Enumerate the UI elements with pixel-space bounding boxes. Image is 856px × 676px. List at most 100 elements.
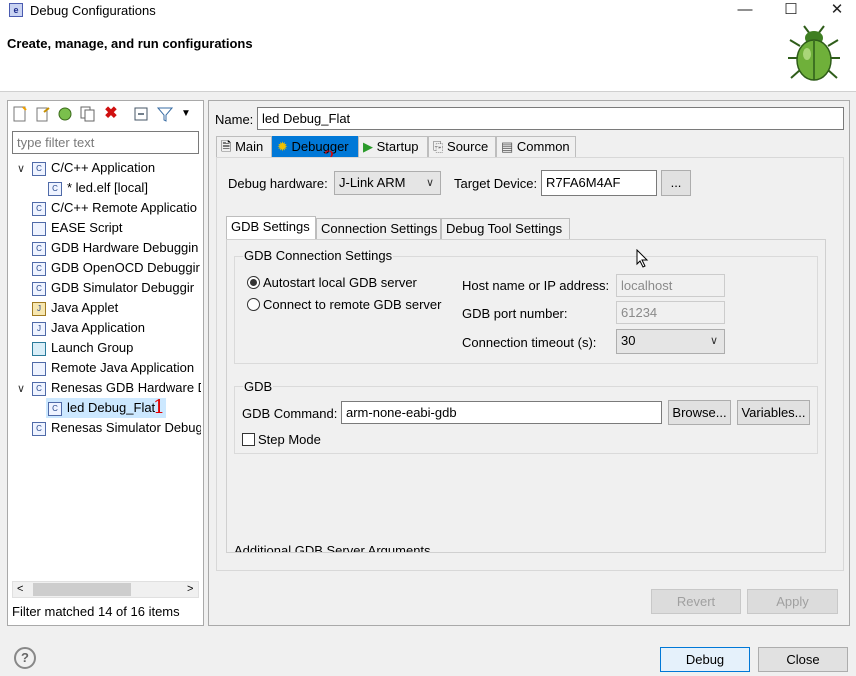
launch-group-icon — [32, 341, 46, 356]
tree-item-cpp-application[interactable]: C C/C++ Application — [32, 158, 201, 178]
tree-item-java-applet[interactable]: J Java Applet — [32, 298, 201, 318]
remote-java-icon — [32, 361, 46, 376]
subtab-gdb-settings[interactable]: GDB Settings — [226, 216, 316, 240]
debugger-tab-icon: ✹ — [277, 139, 288, 154]
name-label: Name: — [215, 112, 254, 127]
host-label: Host name or IP address: — [462, 278, 610, 293]
tree-item-renesas-simulator[interactable]: C Renesas Simulator Debug — [32, 418, 201, 438]
variables-button[interactable]: Variables... — [737, 400, 810, 425]
host-input[interactable]: localhost — [616, 274, 725, 297]
java-applet-icon: J — [32, 301, 46, 316]
header-title: Create, manage, and run configurations — [7, 36, 253, 51]
step-mode-label: Step Mode — [258, 432, 321, 447]
filter-icon[interactable] — [156, 106, 174, 122]
collapse-all-icon[interactable] — [133, 106, 149, 122]
duplicate-icon[interactable] — [57, 106, 73, 122]
chevron-down-icon: ∨ — [425, 177, 434, 189]
tree-item-ease-script[interactable]: EASE Script — [32, 218, 201, 238]
cpp-app-icon: C — [32, 161, 46, 176]
export-icon[interactable] — [35, 106, 51, 122]
source-tab-icon: ⎘ — [433, 139, 444, 154]
gdb-openocd-icon: C — [32, 261, 46, 276]
connect-remote-label: Connect to remote GDB server — [263, 297, 442, 312]
tree-item-renesas-gdb-hardware[interactable]: C Renesas GDB Hardware D — [32, 378, 201, 398]
config-tree: ∨ C C/C++ Application C * led.elf [local] … — [12, 158, 201, 578]
renesas-gdb-icon: C — [32, 381, 46, 396]
tree-item-gdb-hardware[interactable]: C GDB Hardware Debuggin — [32, 238, 201, 258]
tree-item-led-elf[interactable]: C * led.elf [local] — [48, 178, 201, 198]
step-mode-checkbox[interactable] — [242, 433, 255, 446]
chevron-down-icon[interactable]: ∨ — [17, 162, 25, 175]
subtab-debug-tool-settings[interactable]: Debug Tool Settings — [441, 218, 570, 240]
debug-hardware-select[interactable]: J-Link ARM ∨ — [334, 171, 441, 195]
java-application-icon: J — [32, 321, 46, 336]
chevron-down-icon: ∨ — [709, 335, 718, 347]
view-menu-dropdown-icon[interactable]: ▼ — [178, 106, 194, 122]
scroll-right-icon[interactable]: > — [187, 582, 193, 597]
cpp-remote-icon: C — [32, 201, 46, 216]
port-label: GDB port number: — [462, 306, 568, 321]
tab-startup[interactable]: ▶ Startup — [358, 136, 428, 158]
autostart-radio[interactable] — [247, 276, 260, 289]
browse-button[interactable]: Browse... — [668, 400, 731, 425]
annotation-1: 1 — [153, 396, 166, 418]
mouse-cursor-icon — [636, 249, 649, 268]
tab-debugger[interactable]: ✹ Debugger — [272, 136, 358, 158]
additional-args-clip: Additional GDB Server Arguments — [228, 536, 824, 552]
delete-icon[interactable]: ✖ — [103, 106, 119, 122]
copy-icon[interactable] — [80, 106, 96, 122]
scrollbar-thumb[interactable] — [33, 583, 131, 596]
horizontal-scrollbar[interactable]: < > — [12, 581, 199, 598]
filter-input[interactable]: type filter text — [12, 131, 199, 154]
debug-button[interactable]: Debug — [660, 647, 750, 672]
target-device-input[interactable]: R7FA6M4AF — [541, 170, 657, 196]
renesas-gdb-icon: C — [48, 401, 62, 416]
eclipse-app-icon: e — [9, 3, 23, 17]
cpp-app-icon: C — [48, 181, 62, 196]
timeout-label: Connection timeout (s): — [462, 335, 597, 350]
gdb-hardware-icon: C — [32, 241, 46, 256]
tree-item-gdb-openocd[interactable]: C GDB OpenOCD Debuggir — [32, 258, 201, 278]
tree-item-java-application[interactable]: J Java Application — [32, 318, 201, 338]
main-tab-icon: 🗎 — [221, 139, 232, 154]
name-input[interactable]: led Debug_Flat — [257, 107, 844, 130]
debug-hardware-label: Debug hardware: — [228, 176, 328, 191]
minimize-button[interactable]: — — [722, 0, 768, 22]
debug-bug-icon — [788, 25, 840, 81]
ease-script-icon — [32, 221, 46, 236]
tree-item-remote-java[interactable]: Remote Java Application — [32, 358, 201, 378]
close-button[interactable]: Close — [758, 647, 848, 672]
gdb-command-input[interactable]: arm-none-eabi-gdb — [341, 401, 662, 424]
tree-item-cpp-remote[interactable]: C C/C++ Remote Applicatio — [32, 198, 201, 218]
chevron-down-icon[interactable]: ∨ — [17, 382, 25, 395]
gdb-group-title: GDB — [243, 379, 274, 394]
scroll-left-icon[interactable]: < — [17, 582, 23, 597]
help-icon[interactable]: ? — [14, 647, 36, 669]
subtab-connection-settings[interactable]: Connection Settings — [316, 218, 441, 240]
gdb-simulator-icon: C — [32, 281, 46, 296]
filter-status-text: Filter matched 14 of 16 items — [12, 604, 180, 619]
renesas-simulator-icon: C — [32, 421, 46, 436]
new-config-icon[interactable] — [12, 106, 28, 122]
apply-button[interactable]: Apply — [747, 589, 838, 614]
window-title: Debug Configurations — [30, 3, 156, 18]
port-input[interactable]: 61234 — [616, 301, 725, 324]
gdb-connection-title: GDB Connection Settings — [243, 248, 394, 263]
revert-button[interactable]: Revert — [651, 589, 741, 614]
tab-main[interactable]: 🗎 Main — [216, 136, 272, 158]
autostart-label: Autostart local GDB server — [263, 275, 417, 290]
maximize-button[interactable]: ☐ — [768, 0, 814, 22]
play-icon: ▶ — [363, 139, 373, 154]
tree-item-launch-group[interactable]: Launch Group — [32, 338, 201, 358]
tree-item-gdb-simulator[interactable]: C GDB Simulator Debuggir — [32, 278, 201, 298]
additional-args-label: Additional GDB Server Arguments — [234, 543, 431, 552]
close-window-button[interactable]: ✕ — [814, 0, 856, 22]
tree-item-led-debug-flat[interactable]: Cled Debug_Flat — [46, 398, 166, 418]
gdb-command-label: GDB Command: — [242, 406, 338, 421]
connect-remote-radio[interactable] — [247, 298, 260, 311]
timeout-select[interactable]: 30 ∨ — [616, 329, 725, 354]
common-tab-icon: ▤ — [501, 139, 514, 154]
tab-source[interactable]: ⎘ Source — [428, 136, 496, 158]
tab-common[interactable]: ▤ Common — [496, 136, 576, 158]
target-device-browse-button[interactable]: ... — [661, 170, 691, 196]
